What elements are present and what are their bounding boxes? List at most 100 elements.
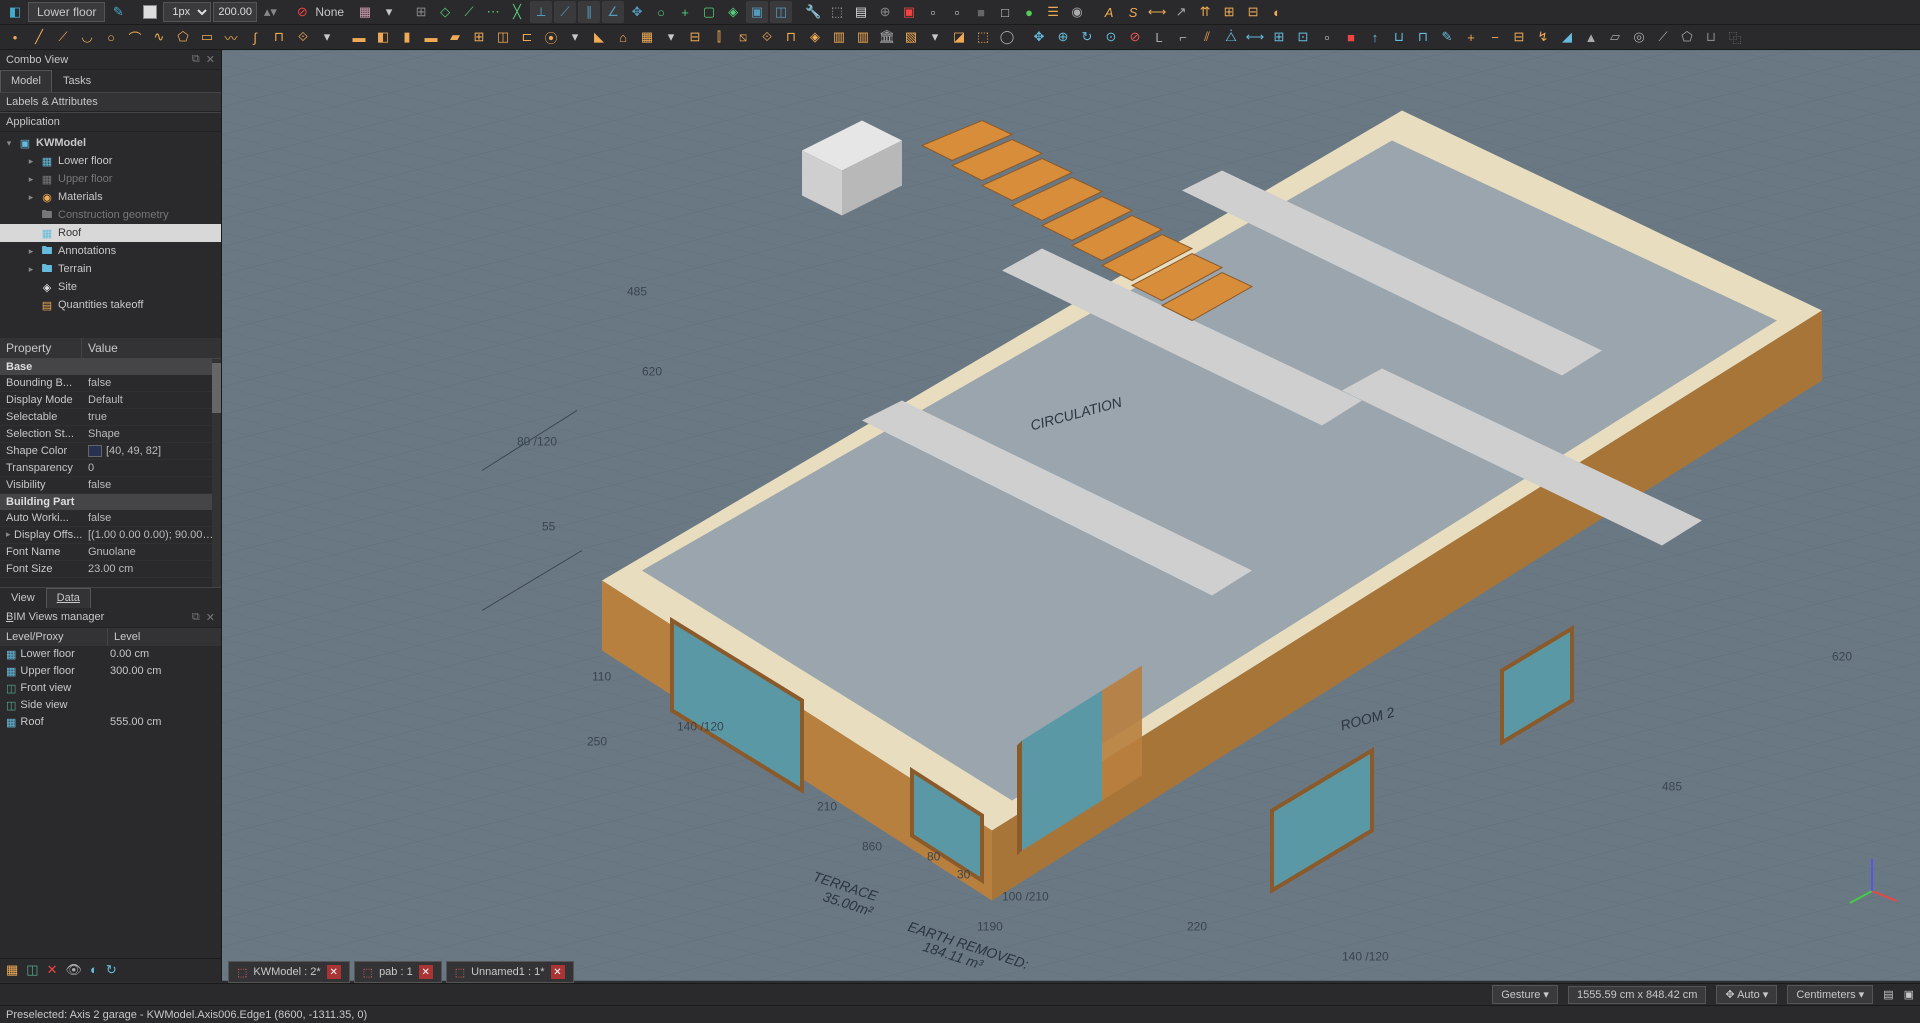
door-icon[interactable]: ⊏ (516, 26, 538, 48)
doctab-unnamed[interactable]: ⬚Unnamed1 : 1*✕ (446, 961, 574, 983)
beam-icon[interactable]: ▬ (420, 26, 442, 48)
tree-upper-floor[interactable]: ▸▦Upper floor (0, 170, 221, 188)
down4-icon[interactable]: ▾ (660, 26, 682, 48)
page-icon[interactable]: ▤ (850, 1, 872, 23)
move-icon[interactable]: ✥ (1028, 26, 1050, 48)
bim-row[interactable]: ▦Upper floor300.00 cm (0, 663, 221, 680)
rotate-icon[interactable]: ↻ (1076, 26, 1098, 48)
dark-box-icon[interactable]: ■ (970, 1, 992, 23)
snap-ang-icon[interactable]: ∠ (602, 1, 624, 23)
scrollbar-thumb[interactable] (212, 363, 221, 413)
axis-gizmo[interactable] (1842, 851, 1902, 911)
bezier-icon[interactable]: ∫ (244, 26, 266, 48)
prop-row[interactable]: Selectabletrue (0, 409, 221, 426)
close-panel-icon[interactable]: ✕ (206, 611, 215, 624)
tab-data[interactable]: Data (46, 588, 91, 608)
wire-icon[interactable]: ⟋ (52, 26, 74, 48)
tool-wrench-icon[interactable]: 🔧 (802, 1, 824, 23)
rebar-icon[interactable]: ⊞ (468, 26, 490, 48)
snap-para-icon[interactable]: ∥ (578, 1, 600, 23)
circle-icon[interactable]: ○ (100, 26, 122, 48)
snap-end-icon[interactable]: ◇ (434, 1, 456, 23)
close-icon[interactable]: ✕ (551, 965, 565, 979)
dim-h-icon[interactable]: ⟷ (1146, 1, 1168, 23)
prop-row-shape-color[interactable]: Shape Color[40, 49, 82] (0, 443, 221, 460)
stop-icon[interactable]: ⊘ (1124, 26, 1146, 48)
snap-move-icon[interactable]: ✥ (626, 1, 648, 23)
tree-quantities[interactable]: ▤Quantities takeoff (0, 296, 221, 314)
frame-icon[interactable]: ⊟ (684, 26, 706, 48)
red-box-icon[interactable]: ▣ (898, 1, 920, 23)
page2-icon[interactable]: ▫ (1316, 26, 1338, 48)
stairs-icon[interactable]: ◣ (588, 26, 610, 48)
cone-icon[interactable]: ▲ (1580, 26, 1602, 48)
isolate-icon[interactable]: ◐ (90, 962, 98, 978)
table-icon[interactable]: ⊟ (1242, 1, 1264, 23)
plane-icon[interactable]: ▱ (1604, 26, 1626, 48)
color-swatch[interactable] (139, 1, 161, 23)
cube-icon[interactable]: ⬚ (826, 1, 848, 23)
roof-icon[interactable]: ⌂ (612, 26, 634, 48)
detach-icon[interactable]: ⧉ (192, 53, 200, 66)
column-icon[interactable]: ▮ (396, 26, 418, 48)
tree-terrain[interactable]: ▸🖿Terrain (0, 260, 221, 278)
up-blue-icon[interactable]: ↑ (1364, 26, 1386, 48)
prop-row[interactable]: Selection St...Shape (0, 426, 221, 443)
viewport-3d[interactable]: CIRCULATION ROOM 2 TERRACE 35.00m² EARTH… (222, 50, 1920, 981)
tree-lower-floor[interactable]: ▸▦Lower floor (0, 152, 221, 170)
doc-b-icon[interactable]: ▫ (946, 1, 968, 23)
tree-root[interactable]: ▾▣KWModel (0, 134, 221, 152)
auto-button[interactable]: ✥ Auto ▾ (1716, 985, 1777, 1004)
snap-ext-icon[interactable]: ⟋ (554, 1, 576, 23)
prop-row[interactable]: Bounding B...false (0, 375, 221, 392)
extend-icon[interactable]: ⟷ (1244, 26, 1266, 48)
save-view-icon[interactable]: ↻ (106, 962, 117, 978)
add-proxy-icon[interactable]: ◫ (26, 962, 38, 978)
arc3-icon[interactable]: ⌒ (124, 26, 146, 48)
profile-icon[interactable]: ⊓ (780, 26, 802, 48)
redsq-icon[interactable]: ■ (1340, 26, 1362, 48)
prop-row[interactable]: ▸Display Offs...[(1.00 0.00 0.00); 90.00… (0, 527, 221, 544)
equipment-icon[interactable]: ⟐ (756, 26, 778, 48)
tab-view[interactable]: View (0, 588, 46, 608)
close-panel-icon[interactable]: ✕ (206, 53, 215, 66)
close-icon[interactable]: ✕ (419, 965, 433, 979)
prop-row[interactable]: Font Size23.00 cm (0, 561, 221, 578)
copy2-icon[interactable]: ⿻ (1724, 26, 1746, 48)
green-dot-icon[interactable]: ● (1018, 1, 1040, 23)
status-icon-2[interactable]: ▣ (1904, 988, 1914, 1001)
list-icon[interactable]: ☰ (1042, 1, 1064, 23)
bolt-icon[interactable]: ↯ (1532, 26, 1554, 48)
delete-icon[interactable]: ✕ (47, 962, 58, 978)
l-icon[interactable]: L (1148, 26, 1170, 48)
grid2-icon[interactable]: ⊞ (1218, 1, 1240, 23)
slab-icon[interactable]: ◧ (372, 26, 394, 48)
doctab-pab[interactable]: ⬚pab : 1✕ (354, 961, 442, 983)
tab-model[interactable]: Model (0, 70, 52, 92)
line-width-select[interactable]: 1px (163, 2, 211, 22)
prism-icon[interactable]: ⬠ (1676, 26, 1698, 48)
snap-center-icon[interactable]: ○ (650, 1, 672, 23)
array-rect-icon[interactable]: ⊞ (1268, 26, 1290, 48)
tree-roof[interactable]: ▦Roof (0, 224, 221, 242)
bank-icon[interactable]: 🏛 (876, 26, 898, 48)
snap-box-icon[interactable]: ▢ (698, 1, 720, 23)
light-box-icon[interactable]: □ (994, 1, 1016, 23)
snap-plus-icon[interactable]: + (674, 1, 696, 23)
logo-icon[interactable]: ◧ (4, 1, 26, 23)
bim-row[interactable]: ▦Lower floor0.00 cm (0, 646, 221, 663)
snap-cross-icon[interactable]: ╳ (506, 1, 528, 23)
ring-icon[interactable]: ◎ (1628, 26, 1650, 48)
bspline-icon[interactable]: 〰 (220, 26, 242, 48)
pen-icon[interactable]: ✎ (107, 1, 129, 23)
prop-row[interactable]: Visibilityfalse (0, 477, 221, 494)
status-icon-1[interactable]: ▤ (1883, 988, 1893, 1001)
tree-materials[interactable]: ▸◉Materials (0, 188, 221, 206)
arc-icon[interactable]: ◡ (76, 26, 98, 48)
down-icon[interactable]: ▾ (378, 1, 400, 23)
spline-icon[interactable]: ∿ (148, 26, 170, 48)
angle-icon[interactable]: ◢ (1556, 26, 1578, 48)
toggle-icon[interactable]: 👁 (66, 962, 83, 978)
obj-icon[interactable]: ◪ (948, 26, 970, 48)
cube2-icon[interactable]: ⬚ (972, 26, 994, 48)
